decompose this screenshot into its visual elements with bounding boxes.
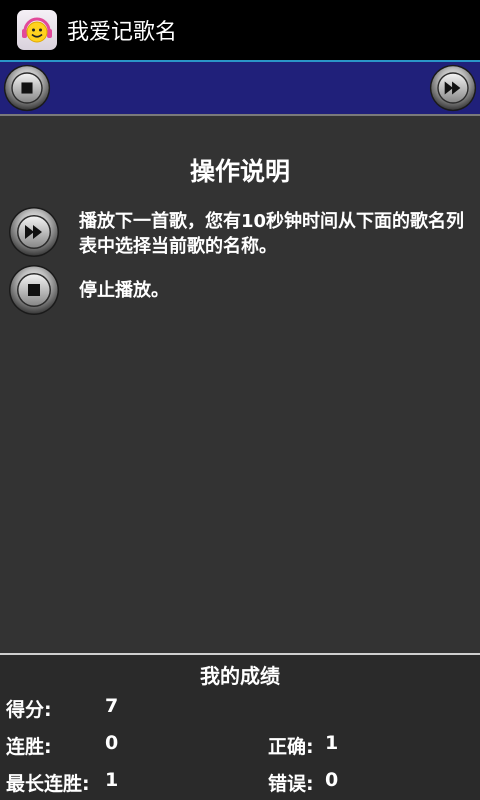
title-bar: 我爱记歌名 [0,0,480,60]
instruction-next-song: 播放下一首歌，您有10秒钟时间从下面的歌名列表中选择当前歌的名称。 [8,206,471,259]
stop-icon [8,264,60,316]
wrong-label: 错误: [268,773,314,795]
correct-value: 1 [325,732,339,754]
stop-icon [3,64,51,112]
app-title: 我爱记歌名 [67,20,178,45]
score-title: 我的成绩 [200,664,280,688]
streak-label: 连胜: [6,736,52,758]
next-song-button[interactable] [429,64,477,112]
smiley-headphones-icon [17,10,57,50]
instruction-text: 停止播放。 [79,280,169,301]
instruction-stop: 停止播放。 [8,264,471,316]
instructions-title: 操作说明 [189,157,290,186]
app-screen: 我爱记歌名 操作说明 播放下一首歌，您有10秒钟时间从下面的歌名列表中选择当前歌… [0,0,480,800]
score-label: 得分: [6,699,52,721]
longest-streak-value: 1 [105,769,119,791]
streak-value: 0 [105,732,119,754]
longest-streak-label: 最长连胜: [6,773,90,795]
score-value: 7 [105,695,119,717]
instruction-text: 播放下一首歌，您有10秒钟时间从下面的歌名列表中选择当前歌的名称。 [79,211,465,257]
correct-label: 正确: [268,736,314,758]
score-panel: 我的成绩 得分: 7 连胜: 0 正确: 1 最长连胜: 1 错误: 0 [0,655,480,800]
wrong-value: 0 [325,769,339,791]
fast-forward-icon [8,206,60,258]
control-bar [0,62,480,116]
stop-button[interactable] [3,64,51,112]
fast-forward-icon [429,64,477,112]
